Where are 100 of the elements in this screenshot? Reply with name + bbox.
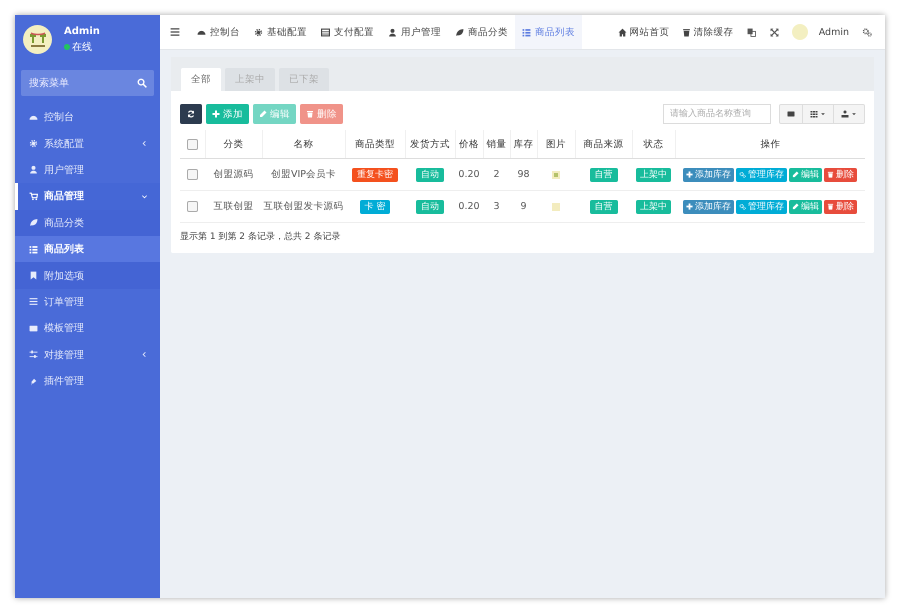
column-header: 发货方式 xyxy=(405,130,455,158)
status-label: 上架中 xyxy=(636,200,671,214)
column-header: 分类 xyxy=(205,130,262,158)
manage-stock-button[interactable]: 管理库存 xyxy=(736,168,787,182)
column-header: 名称 xyxy=(262,130,345,158)
cart-icon xyxy=(29,192,38,201)
column-header: 库存 xyxy=(510,130,537,158)
nav-tab[interactable]: 控制台 xyxy=(190,15,247,49)
nav-tab[interactable]: 用户管理 xyxy=(381,15,448,49)
edit-button[interactable]: 编辑 xyxy=(789,168,822,182)
trash-icon xyxy=(827,203,834,210)
plus-icon xyxy=(212,110,220,118)
table-cell: 0.20 xyxy=(455,158,483,190)
pagination-summary: 显示第 1 到第 2 条记录，总共 2 条记录 xyxy=(180,230,342,243)
plus-icon xyxy=(686,171,693,178)
trash-icon xyxy=(827,171,834,178)
column-header: 操作 xyxy=(675,130,865,158)
source-label: 自营 xyxy=(590,200,618,214)
status-label: 上架中 xyxy=(636,168,671,182)
add-stock-button[interactable]: 添加库存 xyxy=(683,168,734,182)
plug-icon xyxy=(29,376,38,386)
user-icon xyxy=(29,165,38,174)
leaf-icon xyxy=(455,28,464,36)
lines-icon xyxy=(29,297,38,306)
trash-icon xyxy=(682,28,691,36)
fullscreen-icon xyxy=(770,28,779,36)
sidebar-item[interactable]: 订单管理 xyxy=(15,288,160,316)
sliders-icon xyxy=(29,350,38,360)
settings-icon xyxy=(862,27,872,37)
nav-tab[interactable]: 基础配置 xyxy=(247,15,314,49)
nav-link[interactable]: 清除缓存 xyxy=(676,26,740,38)
menu-search-field[interactable]: 搜索菜单 xyxy=(21,70,154,96)
gears-icon xyxy=(739,203,746,210)
delete-button[interactable]: 删除 xyxy=(824,168,857,182)
list-icon xyxy=(29,244,38,254)
nav-tab[interactable]: 支付配置 xyxy=(314,15,381,49)
table-cell: 98 xyxy=(510,158,537,190)
sidebar-item[interactable]: 用户管理 xyxy=(15,156,160,184)
leaf-icon xyxy=(29,218,38,228)
avatar-logo xyxy=(23,25,52,54)
table-cell: 0.20 xyxy=(455,190,483,222)
delivery-label: 自动 xyxy=(416,168,444,182)
user-icon xyxy=(388,28,397,36)
table-cell: 互联创盟发卡源码 xyxy=(262,190,345,222)
menu-icon xyxy=(170,27,180,37)
delete-button[interactable]: 删除 xyxy=(824,200,857,214)
caret-icon xyxy=(851,111,857,117)
nav-tab[interactable]: 商品分类 xyxy=(448,15,515,49)
sidebar-item[interactable]: 对接管理 xyxy=(15,342,160,368)
sidebar-item[interactable]: 系统配置 xyxy=(15,130,160,157)
add-button[interactable]: 添加 xyxy=(206,104,249,124)
nav-link[interactable]: 网站首页 xyxy=(612,26,676,38)
chevron-left-icon xyxy=(141,140,148,148)
filter-tab[interactable]: 全部 xyxy=(181,68,221,91)
grid-icon xyxy=(810,110,818,118)
gear-icon xyxy=(254,28,263,36)
table-cell: 创盟源码 xyxy=(205,158,262,190)
table-cell: 3 xyxy=(483,190,510,222)
search-icon xyxy=(137,78,147,88)
column-header: 商品类型 xyxy=(345,130,405,158)
row-checkbox[interactable] xyxy=(187,201,198,212)
plus-icon xyxy=(686,203,693,210)
column-header: 价格 xyxy=(455,130,483,158)
row-checkbox[interactable] xyxy=(187,169,198,180)
list-icon xyxy=(522,28,531,36)
add-stock-button[interactable]: 添加库存 xyxy=(683,200,734,214)
user-name: Admin xyxy=(64,26,100,36)
delivery-label: 自动 xyxy=(416,200,444,214)
sidebar-subitem[interactable]: 附加选项 xyxy=(15,262,160,289)
column-header: 图片 xyxy=(537,130,575,158)
avatar-logo xyxy=(792,24,808,40)
home-icon xyxy=(618,28,627,36)
user-menu[interactable]: Admin xyxy=(786,24,855,40)
refresh-button[interactable] xyxy=(180,104,202,124)
sidebar-subitem[interactable]: 商品列表 xyxy=(15,236,160,262)
sidebar-item[interactable]: 商品管理 xyxy=(15,183,160,210)
sidebar-item[interactable]: 模板管理 xyxy=(15,315,160,342)
search-field[interactable]: 请输入商品名称查询 xyxy=(663,104,771,124)
image-thumbnail xyxy=(552,170,560,178)
column-header: 销量 xyxy=(483,130,510,158)
manage-stock-button[interactable]: 管理库存 xyxy=(736,200,787,214)
bookmark-icon xyxy=(29,271,38,280)
image-thumbnail xyxy=(552,202,560,210)
table-icon xyxy=(321,28,330,36)
caret-icon xyxy=(820,111,826,117)
source-label: 自营 xyxy=(590,168,618,182)
select-all-checkbox[interactable] xyxy=(186,138,198,150)
refresh-icon xyxy=(187,110,195,118)
gears-icon xyxy=(739,171,746,178)
type-label: 卡 密 xyxy=(360,200,390,214)
sidebar-subitem[interactable]: 商品分类 xyxy=(15,210,160,236)
table-cell: 互联创盟 xyxy=(205,190,262,222)
nav-tab[interactable]: 商品列表 xyxy=(515,15,582,49)
edit-button[interactable]: 编辑 xyxy=(789,200,822,214)
user-icon xyxy=(841,110,849,118)
pencil-icon xyxy=(792,171,799,178)
sidebar-item[interactable]: 插件管理 xyxy=(15,368,160,394)
pencil-icon xyxy=(259,110,267,118)
sidebar-item[interactable]: 控制台 xyxy=(15,104,160,130)
column-header: 状态 xyxy=(632,130,675,158)
